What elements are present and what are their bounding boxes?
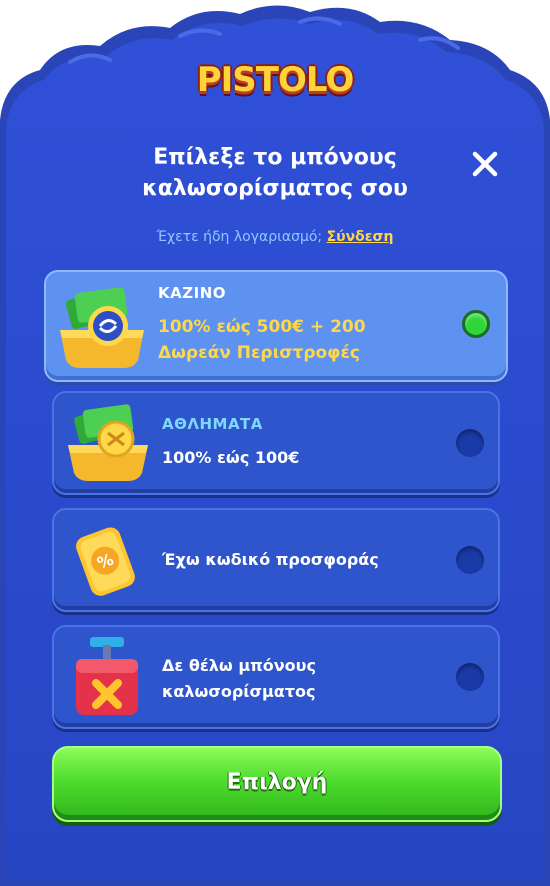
select-button[interactable]: Επιλογή (52, 746, 502, 822)
option-no-bonus-radio[interactable] (456, 663, 484, 691)
option-casino-offer-line-1: 100% εώς 500€ + 200 (158, 317, 366, 337)
logo-text: PISTOLO (196, 60, 355, 100)
close-button[interactable] (466, 145, 504, 183)
login-link[interactable]: Σύνδεση (327, 229, 394, 245)
option-casino-heading: ΚΑΖΙΝΟ (158, 284, 226, 302)
close-icon (472, 151, 498, 177)
title-line-1: Επίλεξε το μπόνους (153, 145, 397, 170)
option-no-bonus[interactable]: Δε θέλω μπόνους καλωσορίσματος (52, 625, 500, 729)
option-promo-code[interactable]: % Έχω κωδικό προσφοράς (52, 508, 500, 612)
option-casino-offer: 100% εώς 500€ + 200 Δωρεάν Περιστροφές (158, 314, 366, 366)
page-title: Επίλεξε το μπόνους καλωσορίσματος σου (60, 142, 490, 204)
option-no-bonus-line-1: Δε θέλω μπόνους (162, 656, 316, 675)
promo-ticket-icon: % (76, 527, 135, 596)
option-no-bonus-label: Δε θέλω μπόνους καλωσορίσματος (162, 653, 316, 705)
option-promo-code-radio[interactable] (456, 546, 484, 574)
login-prompt: Έχετε ήδη λογαριασμό; Σύνδεση (0, 229, 550, 245)
option-casino-offer-line-2: Δωρεάν Περιστροφές (158, 343, 360, 363)
title-line-2: καλωσορίσματος σου (142, 176, 408, 201)
option-sports[interactable]: ΑΘΛΗΜΑΤΑ 100% εώς 100€ (52, 391, 500, 495)
option-sports-heading: ΑΘΛΗΜΑΤΑ (162, 415, 263, 433)
bonus-modal: PISTOLO Επίλεξε το μπόνους καλωσορίσματο… (0, 0, 550, 886)
option-promo-code-label: Έχω κωδικό προσφοράς (162, 550, 379, 569)
option-sports-offer: 100% εώς 100€ (162, 448, 300, 467)
option-casino[interactable]: ΚΑΖΙΝΟ 100% εώς 500€ + 200 Δωρεάν Περιστ… (44, 270, 508, 382)
login-prompt-text: Έχετε ήδη λογαριασμό; (156, 229, 323, 245)
pistolo-logo: PISTOLO (0, 60, 550, 100)
casino-chest-icon (60, 287, 144, 368)
option-no-bonus-line-2: καλωσορίσματος (162, 682, 316, 701)
select-button-label: Επιλογή (226, 770, 328, 795)
option-sports-radio[interactable] (456, 429, 484, 457)
option-casino-radio[interactable] (462, 310, 490, 338)
no-bonus-box-icon (76, 637, 138, 715)
sports-chest-icon (68, 404, 148, 481)
